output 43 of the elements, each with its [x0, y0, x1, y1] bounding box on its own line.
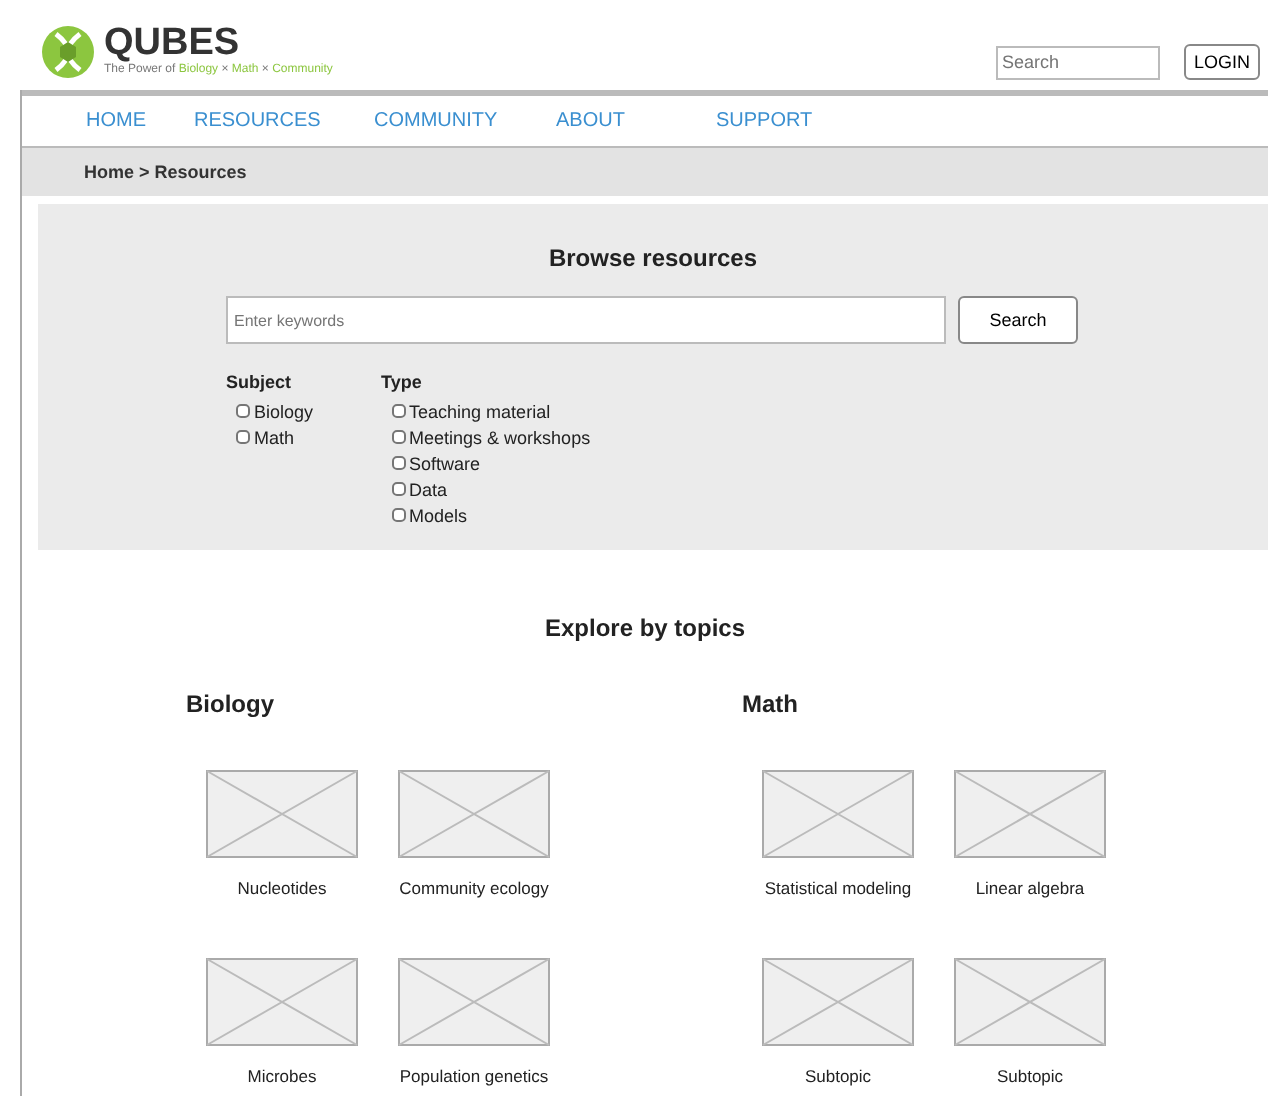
logo-name: QUBES [104, 26, 240, 62]
login-button[interactable]: LOGIN [1183, 44, 1260, 80]
checkbox-label: Software [409, 453, 481, 473]
image-placeholder-icon [398, 770, 550, 858]
image-placeholder-icon [206, 770, 358, 858]
topic-link[interactable]: Population genetics [399, 1066, 549, 1086]
checkbox-label: Biology [254, 401, 314, 421]
checkbox[interactable] [391, 508, 406, 522]
image-placeholder-icon [398, 958, 550, 1046]
topic-link[interactable]: Subtopic [804, 1066, 872, 1086]
checkbox[interactable] [236, 430, 250, 444]
checkbox-label: Meetings & workshops [409, 427, 591, 447]
image-placeholder-icon [954, 958, 1106, 1046]
filter-heading: Type [381, 372, 424, 392]
checkbox-label: Math [254, 427, 295, 447]
breadcrumb: Home > Resources [84, 162, 247, 182]
topic-heading: Math [742, 690, 800, 718]
checkbox-label: Teaching material [409, 401, 551, 421]
topic-link[interactable]: Linear algebra [975, 878, 1085, 898]
topic-link[interactable]: Community ecology [399, 878, 549, 898]
search-field[interactable]: Search [995, 45, 1160, 79]
checkbox[interactable] [391, 482, 406, 496]
checkbox-label: Models [409, 505, 468, 525]
keyword-field[interactable]: Enter keywords [226, 296, 946, 344]
checkbox-label: Data [409, 479, 448, 499]
image-placeholder-icon [762, 770, 914, 858]
search-button[interactable]: Search [958, 296, 1078, 344]
image-placeholder-icon [954, 770, 1106, 858]
topic-link[interactable]: Microbes [247, 1066, 317, 1086]
checkbox[interactable] [236, 404, 250, 418]
checkbox[interactable] [391, 430, 406, 444]
checkbox[interactable] [391, 404, 406, 418]
image-placeholder-icon [762, 958, 914, 1046]
topic-link[interactable]: Nucleotides [237, 878, 327, 898]
image-placeholder-icon [206, 958, 358, 1046]
checkbox[interactable] [391, 456, 406, 470]
topic-link[interactable]: Statistical modeling [764, 878, 912, 898]
filter-heading: Subject [226, 372, 294, 392]
topic-heading: Biology [186, 690, 276, 718]
section-title: Explore by topics [542, 614, 748, 642]
logo-icon [40, 24, 96, 80]
topic-link[interactable]: Subtopic [996, 1066, 1064, 1086]
browse-title: Browse resources [546, 244, 760, 272]
